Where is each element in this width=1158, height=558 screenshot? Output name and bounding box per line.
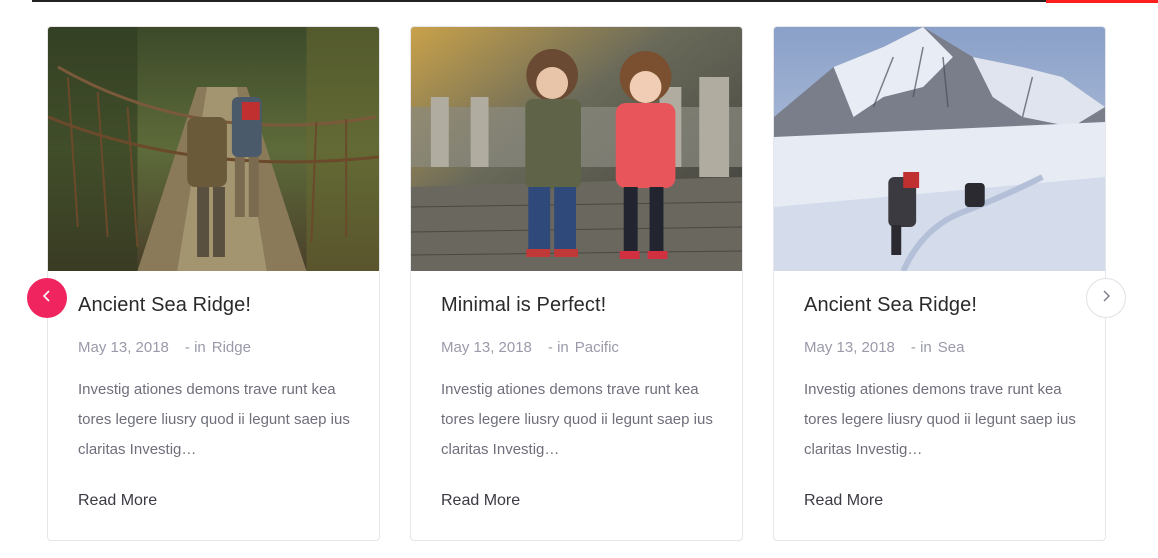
post-meta: May 13, 2018 - in Pacific (441, 339, 619, 356)
post-image-children[interactable] (411, 27, 742, 271)
post-meta: May 13, 2018 - in Ridge (78, 339, 251, 356)
post-title[interactable]: Ancient Sea Ridge! (804, 294, 977, 317)
post-category-link[interactable]: Ridge (212, 339, 251, 356)
post-date: May 13, 2018 (78, 339, 169, 356)
post-category-link[interactable]: Pacific (575, 339, 619, 356)
post-card: Ancient Sea Ridge! May 13, 2018 - in Rid… (47, 26, 380, 541)
post-category-link[interactable]: Sea (938, 339, 965, 356)
carousel-prev-button[interactable] (27, 278, 67, 318)
post-date: May 13, 2018 (441, 339, 532, 356)
post-image-snow-mountain[interactable] (774, 27, 1105, 271)
post-meta: May 13, 2018 - in Sea (804, 339, 964, 356)
carousel-next-button[interactable] (1086, 278, 1126, 318)
top-divider (32, 0, 1158, 2)
post-card: Minimal is Perfect! May 13, 2018 - in Pa… (410, 26, 743, 541)
post-excerpt: Investig ationes demons trave runt kea t… (78, 381, 350, 458)
top-divider-accent (1046, 0, 1158, 3)
read-more-link[interactable]: Read More (78, 492, 157, 510)
read-more-link[interactable]: Read More (441, 492, 520, 510)
post-in-label: - in (910, 339, 932, 356)
post-date: May 13, 2018 (804, 339, 895, 356)
read-more-link[interactable]: Read More (804, 492, 883, 510)
post-in-label: - in (547, 339, 569, 356)
post-card: Ancient Sea Ridge! May 13, 2018 - in Sea… (773, 26, 1106, 541)
post-excerpt: Investig ationes demons trave runt kea t… (804, 381, 1076, 458)
post-title[interactable]: Minimal is Perfect! (441, 294, 606, 317)
post-excerpt: Investig ationes demons trave runt kea t… (441, 381, 713, 458)
chevron-left-icon (40, 289, 54, 308)
chevron-right-icon (1099, 289, 1113, 308)
post-image-rope-bridge[interactable] (48, 27, 379, 271)
post-in-label: - in (184, 339, 206, 356)
post-title[interactable]: Ancient Sea Ridge! (78, 294, 251, 317)
